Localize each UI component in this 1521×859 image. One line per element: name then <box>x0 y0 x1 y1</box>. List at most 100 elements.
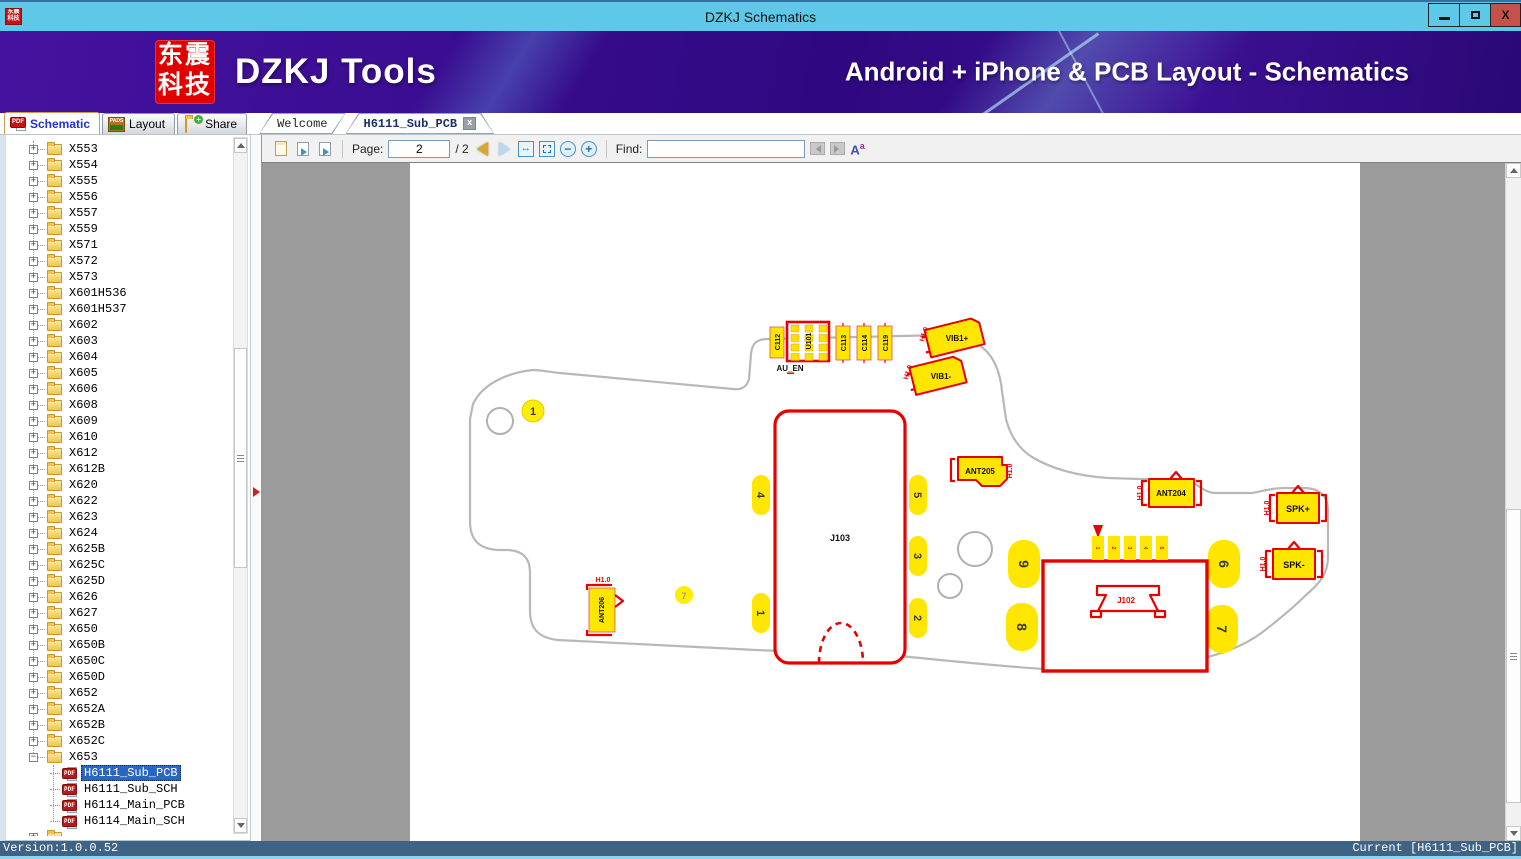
expand-plus-icon[interactable] <box>29 192 38 202</box>
tree-folder-label[interactable]: X572 <box>66 254 101 268</box>
tab-layout[interactable]: Layout <box>102 113 176 134</box>
tree-folder-row-expanded[interactable]: X653 <box>6 749 232 765</box>
tree-folder-label[interactable]: X606 <box>66 382 101 396</box>
expand-plus-icon[interactable] <box>29 320 38 330</box>
tree-folder-row[interactable]: X624 <box>6 525 232 541</box>
expand-plus-icon[interactable] <box>29 336 38 346</box>
expand-plus-icon[interactable] <box>29 736 38 746</box>
expand-plus-icon[interactable] <box>29 608 38 618</box>
viewer-scrollbar[interactable] <box>1505 163 1521 841</box>
expand-plus-icon[interactable] <box>29 432 38 442</box>
scroll-down-icon[interactable] <box>1506 826 1521 841</box>
tree-folder-label[interactable]: X650C <box>66 654 108 668</box>
expand-plus-icon[interactable] <box>29 240 38 250</box>
tree-document-label[interactable]: H6114_Main_PCB <box>81 798 188 812</box>
tree-folder-label[interactable]: X612B <box>66 462 108 476</box>
next-view-icon[interactable] <box>316 140 333 157</box>
expand-plus-icon[interactable] <box>29 592 38 602</box>
tab-h6111-sub-pcb[interactable]: H6111_Sub_PCB x <box>346 113 495 134</box>
expand-plus-icon[interactable] <box>29 832 38 836</box>
tree-document-label[interactable]: H6111_Sub_PCB <box>81 765 181 781</box>
expand-plus-icon[interactable] <box>29 688 38 698</box>
tree-folder-label[interactable]: X627 <box>66 606 101 620</box>
snapshot-icon[interactable] <box>272 140 289 157</box>
tab-share[interactable]: Share <box>177 113 248 134</box>
expand-plus-icon[interactable] <box>29 640 38 650</box>
tree-folder-row[interactable]: X610 <box>6 429 232 445</box>
tree-document-row[interactable]: H6111_Sub_SCH <box>6 781 232 797</box>
tree-document-label[interactable]: H6114_Main_SCH <box>81 814 188 828</box>
expand-plus-icon[interactable] <box>29 288 38 298</box>
expand-plus-icon[interactable] <box>29 448 38 458</box>
tree-folder-label[interactable]: X557 <box>66 206 101 220</box>
previous-page-icon[interactable] <box>474 140 491 157</box>
tree-folder-row[interactable]: X557 <box>6 205 232 221</box>
expand-plus-icon[interactable] <box>29 672 38 682</box>
tree-folder-label[interactable]: X625C <box>66 558 108 572</box>
expand-plus-icon[interactable] <box>29 384 38 394</box>
tree-folder-row[interactable]: X652B <box>6 717 232 733</box>
tree-folder-row[interactable]: X612 <box>6 445 232 461</box>
tree-folder-row[interactable]: X609 <box>6 413 232 429</box>
expand-plus-icon[interactable] <box>29 528 38 538</box>
tree-folder-row[interactable]: X606 <box>6 381 232 397</box>
tree-folder-row[interactable]: X620 <box>6 477 232 493</box>
tree-folder-label[interactable]: X652A <box>66 702 108 716</box>
tree-folder-label[interactable]: X625B <box>66 542 108 556</box>
fit-width-icon[interactable]: ↔ <box>517 140 534 157</box>
expand-plus-icon[interactable] <box>29 256 38 266</box>
tree-folder-row[interactable]: X571 <box>6 237 232 253</box>
expand-plus-icon[interactable] <box>29 208 38 218</box>
expand-plus-icon[interactable] <box>29 480 38 490</box>
tree-folder-label[interactable]: X554 <box>66 158 101 172</box>
tree-folder-row[interactable]: X623 <box>6 509 232 525</box>
expand-plus-icon[interactable] <box>29 368 38 378</box>
tree-folder-row[interactable]: X612B <box>6 461 232 477</box>
expand-plus-icon[interactable] <box>29 144 38 154</box>
find-previous-icon[interactable] <box>810 142 826 155</box>
expand-plus-icon[interactable] <box>29 352 38 362</box>
tree-folder-label[interactable]: X652C <box>66 734 108 748</box>
expand-plus-icon[interactable] <box>29 160 38 170</box>
tree-folder-row[interactable]: X652C <box>6 733 232 749</box>
tree-folder-label[interactable]: X623 <box>66 510 101 524</box>
tree-folder-label[interactable]: X652 <box>66 686 101 700</box>
tree-folder-label[interactable]: X559 <box>66 222 101 236</box>
tree-folder-row[interactable]: X559 <box>6 221 232 237</box>
tree-folder-label[interactable]: X602 <box>66 318 101 332</box>
tree-folder-row[interactable]: X553 <box>6 141 232 157</box>
tree-folder-row[interactable]: X650 <box>6 621 232 637</box>
tree-folder-label[interactable]: X650 <box>66 622 101 636</box>
tree-folder-row[interactable]: X554 <box>6 157 232 173</box>
tree-folder-label[interactable]: X571 <box>66 238 101 252</box>
tree-folder-label[interactable]: X573 <box>66 270 101 284</box>
tree-folder-row[interactable]: X652A <box>6 701 232 717</box>
tree-folder-row[interactable]: X625B <box>6 541 232 557</box>
find-next-icon[interactable] <box>830 142 846 155</box>
tree-folder-row[interactable]: X626 <box>6 589 232 605</box>
tree-folder-label[interactable]: X650D <box>66 670 108 684</box>
tree-folder-label[interactable]: X653 <box>66 750 101 764</box>
expand-plus-icon[interactable] <box>29 560 38 570</box>
tab-schematic[interactable]: Schematic <box>4 112 101 134</box>
expand-plus-icon[interactable] <box>29 224 38 234</box>
tree-folder-label[interactable]: X601H537 <box>66 302 130 316</box>
tree-folder-row[interactable]: X652 <box>6 685 232 701</box>
tree-folder-row[interactable]: X608 <box>6 397 232 413</box>
collapse-minus-icon[interactable] <box>29 752 38 762</box>
tree-folder-row[interactable]: X605 <box>6 365 232 381</box>
tree-folder-row[interactable]: X650C <box>6 653 232 669</box>
expand-plus-icon[interactable] <box>29 576 38 586</box>
scroll-down-icon[interactable] <box>234 818 247 833</box>
tree-folder-row[interactable]: X650B <box>6 637 232 653</box>
tree-folder-label[interactable]: X610 <box>66 430 101 444</box>
tree-folder-row[interactable]: X603 <box>6 333 232 349</box>
tree-folder-row[interactable]: X572 <box>6 253 232 269</box>
tree-scrollbar[interactable] <box>233 137 248 834</box>
expand-plus-icon[interactable] <box>29 512 38 522</box>
tree-document-label[interactable]: H6111_Sub_SCH <box>81 782 181 796</box>
tree-folder-label[interactable]: X620 <box>66 478 101 492</box>
tree-folder-row[interactable]: X622 <box>6 493 232 509</box>
match-case-icon[interactable]: Aa <box>850 138 864 158</box>
tree-folder-row[interactable]: X625D <box>6 573 232 589</box>
